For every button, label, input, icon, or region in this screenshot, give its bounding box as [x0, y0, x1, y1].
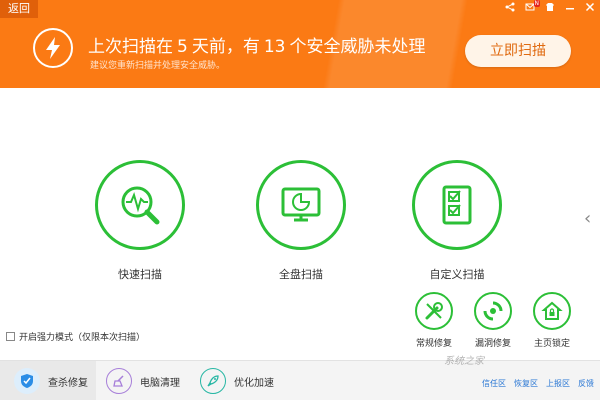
homepage-lock-icon[interactable]: [533, 292, 571, 330]
scan-now-button[interactable]: 立即扫描: [465, 35, 571, 67]
bottom-links: 信任区 恢复区 上报区 反馈: [482, 378, 594, 389]
vulnerability-fix-label: 漏洞修复: [474, 339, 511, 349]
broom-icon: [106, 368, 132, 394]
headline-prefix: 上次扫描在: [88, 37, 173, 57]
routine-repair-label: 常规修复: [415, 339, 452, 349]
nav-scan-repair-label: 查杀修复: [48, 377, 88, 389]
full-scan-label: 全盘扫描: [279, 268, 323, 281]
quick-scan-option[interactable]: 快速扫描: [85, 160, 195, 282]
routine-repair-tool[interactable]: 常规修复: [404, 292, 464, 349]
minimize-icon[interactable]: [564, 2, 576, 14]
full-scan-option[interactable]: 全盘扫描: [246, 160, 356, 282]
back-button[interactable]: 返回: [0, 0, 38, 18]
nav-pc-cleanup-label: 电脑清理: [140, 377, 180, 389]
restore-zone-link[interactable]: 恢复区: [514, 378, 538, 389]
header-banner: 返回 N 上次扫描在 5 天前，有 13 个安全威胁未处理 建议您重新扫描并处理安全威胁…: [0, 0, 600, 88]
enhanced-mode-label: 开启强力模式（仅限本次扫描）: [19, 333, 146, 343]
enhanced-mode-checkbox[interactable]: [6, 332, 15, 341]
shield-icon: [14, 368, 40, 394]
trust-zone-link[interactable]: 信任区: [482, 378, 506, 389]
nav-pc-cleanup[interactable]: 电脑清理: [106, 361, 196, 400]
headline-suffix: 个安全威胁未处理: [289, 37, 426, 57]
custom-scan-label: 自定义扫描: [429, 268, 485, 281]
quick-scan-icon[interactable]: [95, 160, 185, 250]
close-icon[interactable]: [584, 2, 596, 14]
chevron-left-icon[interactable]: ‹: [584, 208, 596, 230]
window-controls: N: [504, 0, 596, 14]
days-since-scan: 5: [177, 37, 188, 57]
scan-suggestion: 建议您重新扫描并处理安全威胁。: [90, 61, 226, 71]
custom-scan-option[interactable]: 自定义扫描: [402, 160, 512, 282]
repair-icon[interactable]: [415, 292, 453, 330]
full-scan-icon[interactable]: [256, 160, 346, 250]
skin-icon[interactable]: [544, 2, 556, 14]
custom-scan-icon[interactable]: [412, 160, 502, 250]
mail-icon[interactable]: N: [524, 0, 540, 14]
report-zone-link[interactable]: 上报区: [546, 378, 570, 389]
lightning-icon: [33, 28, 73, 68]
rocket-icon: [200, 368, 226, 394]
vulnerability-fix-icon[interactable]: [474, 292, 512, 330]
bottom-nav: 查杀修复 电脑清理 优化加速 信任区 恢复区 上报区 反馈: [0, 360, 600, 400]
quick-scan-label: 快速扫描: [118, 268, 162, 281]
feedback-link[interactable]: 反馈: [578, 378, 594, 389]
vulnerability-fix-tool[interactable]: 漏洞修复: [463, 292, 523, 349]
headline-mid: 天前，有: [191, 37, 260, 57]
enhanced-mode-option: 开启强力模式（仅限本次扫描）: [6, 330, 145, 343]
nav-scan-repair[interactable]: 查杀修复: [0, 361, 96, 400]
nav-optimize-speed[interactable]: 优化加速: [200, 361, 290, 400]
threat-count: 13: [263, 37, 286, 57]
watermark: 系统之家: [444, 356, 484, 367]
homepage-lock-label: 主页锁定: [533, 339, 570, 349]
nav-optimize-speed-label: 优化加速: [234, 377, 274, 389]
mail-badge: N: [533, 0, 540, 7]
share-icon[interactable]: [504, 2, 516, 14]
scan-status-headline: 上次扫描在 5 天前，有 13 个安全威胁未处理: [88, 32, 425, 57]
homepage-lock-tool[interactable]: 主页锁定: [522, 292, 582, 349]
